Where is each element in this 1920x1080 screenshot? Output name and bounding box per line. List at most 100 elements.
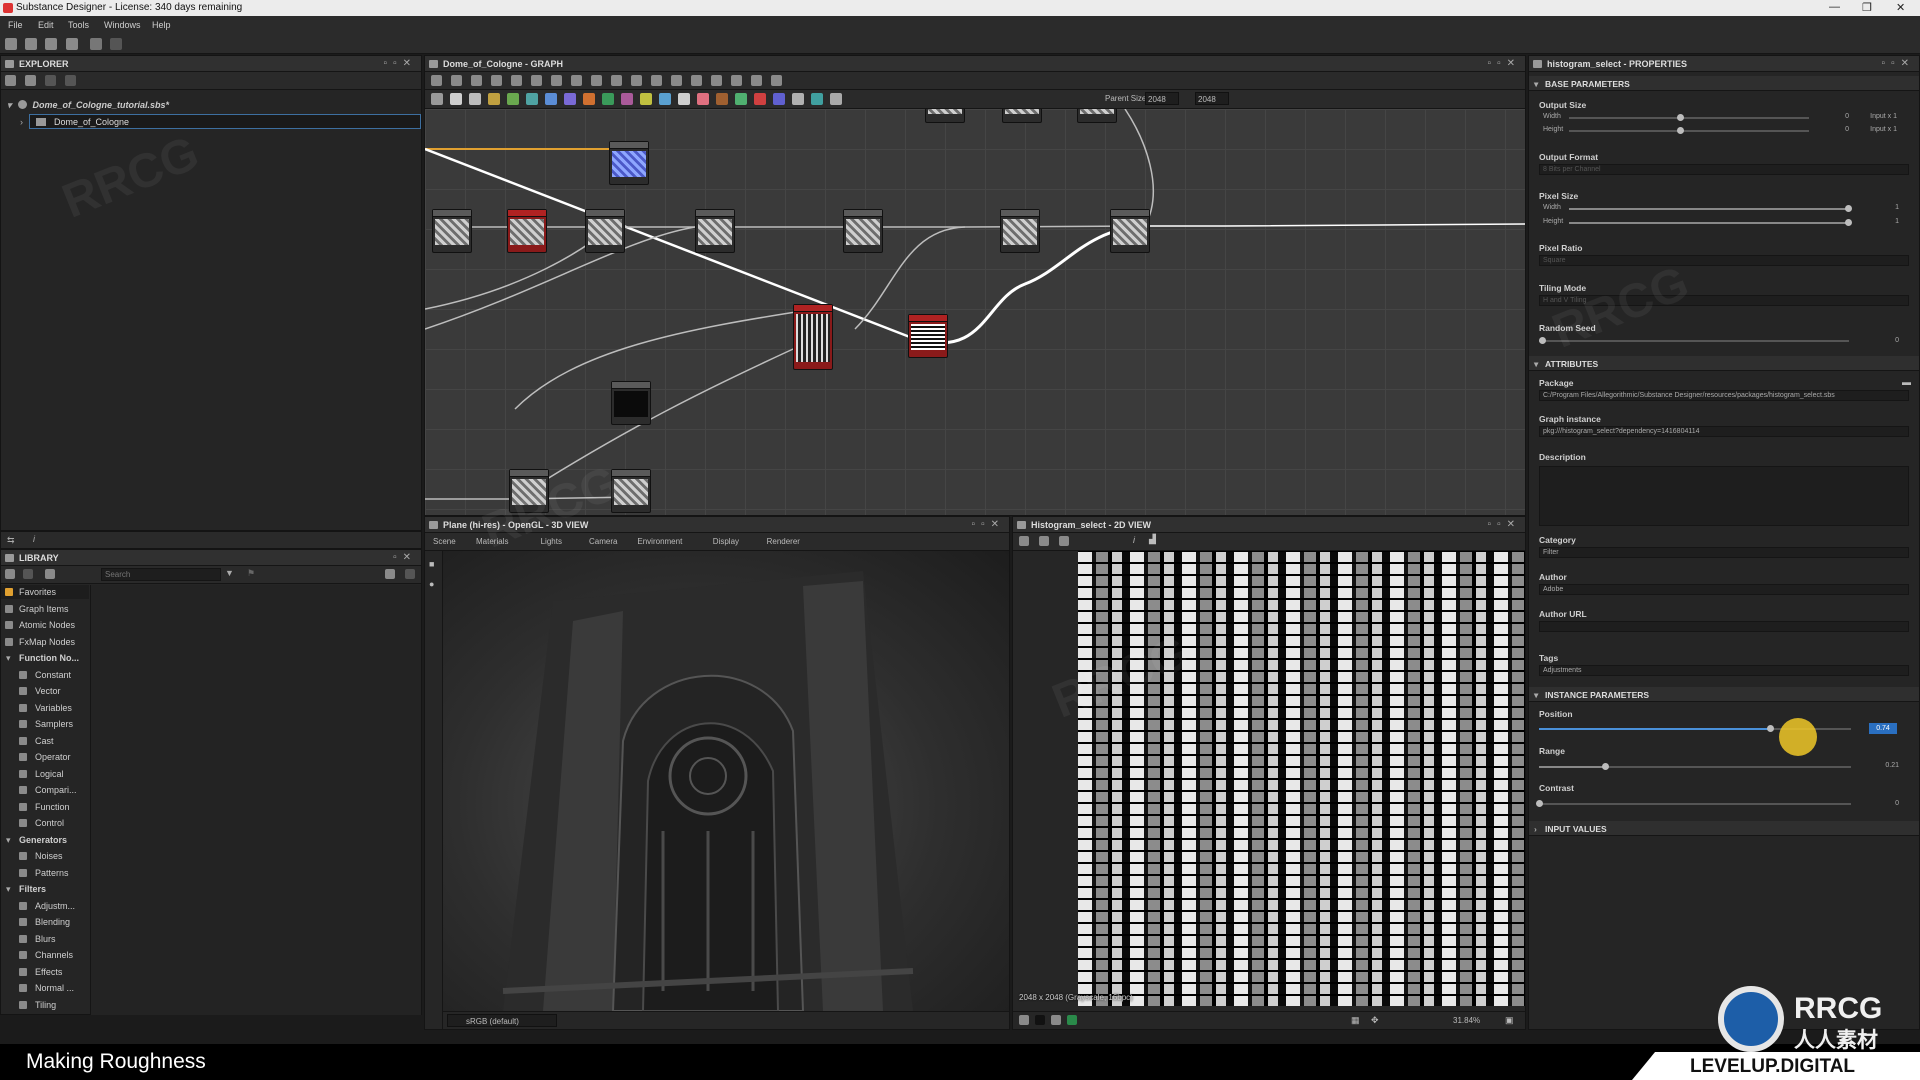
atomic-node-icon[interactable] [697, 93, 709, 105]
atomic-node-icon[interactable] [792, 93, 804, 105]
menu-help[interactable]: Help [152, 20, 171, 30]
atomic-node-icon[interactable] [735, 93, 747, 105]
graph-tool-icon[interactable] [571, 75, 582, 86]
atomic-node-icon[interactable] [469, 93, 481, 105]
new-substance-icon[interactable] [25, 38, 37, 50]
package-path-field[interactable]: C:/Program Files/Allegorithmic/Substance… [1539, 390, 1909, 401]
view3d-tab-lights[interactable]: Lights [541, 537, 562, 546]
graph-tool-icon[interactable] [471, 75, 482, 86]
graph-node[interactable] [611, 381, 651, 425]
library-add-icon[interactable] [5, 569, 15, 579]
author-url-field[interactable] [1539, 621, 1909, 632]
tiling-icon[interactable] [1067, 1015, 1077, 1025]
graph-tool-icon[interactable] [731, 75, 742, 86]
library-group[interactable]: ▾ Function No... [1, 651, 89, 665]
graph-node[interactable] [509, 469, 549, 513]
view3d-tab-materials[interactable]: Materials [476, 537, 508, 546]
graph-tool-icon[interactable] [611, 75, 622, 86]
output-width-mode[interactable]: Input x 1 [1870, 113, 1897, 120]
author-field[interactable]: Adobe [1539, 584, 1909, 595]
graph-node[interactable] [1002, 109, 1042, 123]
graph-tool-icon[interactable] [711, 75, 722, 86]
fit-view-icon[interactable] [1019, 536, 1029, 546]
atomic-node-icon[interactable] [564, 93, 576, 105]
list-view-icon[interactable] [405, 569, 415, 579]
grid-toggle-icon[interactable]: ▦ [1351, 1015, 1360, 1026]
output-height-slider[interactable] [1569, 127, 1809, 134]
atomic-node-icon[interactable] [450, 93, 462, 105]
colorspace-select[interactable]: sRGB (default) [447, 1014, 557, 1027]
atomic-node-icon[interactable] [773, 93, 785, 105]
view3d-tab-scene[interactable]: Scene [433, 537, 456, 546]
library-item[interactable]: Function [1, 800, 89, 814]
save-image-icon[interactable] [1039, 536, 1049, 546]
view3d-tab-renderer[interactable]: Renderer [767, 537, 800, 546]
graph-tool-icon[interactable] [771, 75, 782, 86]
graph-node[interactable] [432, 209, 472, 253]
channel-icon[interactable] [1019, 1015, 1029, 1025]
graph-node[interactable] [1000, 209, 1040, 253]
category-field[interactable]: Filter [1539, 547, 1909, 558]
view3d-tab-environment[interactable]: Environment [637, 537, 682, 546]
library-item[interactable]: Constant [1, 668, 89, 682]
tiling-mode-select[interactable]: H and V Tiling [1539, 295, 1909, 306]
atomic-node-icon[interactable] [659, 93, 671, 105]
library-item[interactable]: Samplers [1, 717, 89, 731]
library-item[interactable]: Variables [1, 701, 89, 715]
histogram-select-node[interactable] [908, 314, 948, 358]
graph-node-selected[interactable] [609, 141, 649, 185]
copy-image-icon[interactable] [1059, 536, 1069, 546]
graph-instance-field[interactable]: pkg:///histogram_select?dependency=14168… [1539, 426, 1909, 437]
output-height-mode[interactable]: Input x 1 [1870, 126, 1897, 133]
library-search-input[interactable] [101, 568, 221, 581]
base-parameters-header[interactable]: ▾ BASE PARAMETERS [1529, 76, 1919, 91]
menu-tools[interactable]: Tools [68, 20, 89, 30]
graph-tool-icon[interactable] [531, 75, 542, 86]
range-slider[interactable] [1539, 763, 1851, 770]
view3d-tab-display[interactable]: Display [713, 537, 739, 546]
background-dark-icon[interactable] [1035, 1015, 1045, 1025]
atomic-node-icon[interactable] [640, 93, 652, 105]
library-item[interactable]: Graph Items [1, 602, 89, 616]
atomic-node-icon[interactable] [716, 93, 728, 105]
contrast-slider[interactable] [1536, 800, 1851, 807]
panel-buttons[interactable]: ▫✕ [393, 552, 417, 563]
panel-buttons[interactable]: ▫▫✕ [1882, 58, 1915, 69]
library-item[interactable]: FxMap Nodes [1, 635, 89, 649]
random-seed-slider[interactable] [1539, 337, 1849, 344]
atomic-node-icon[interactable] [602, 93, 614, 105]
menu-file[interactable]: File [8, 20, 23, 30]
camera-icon[interactable]: ■ [429, 559, 434, 569]
minimize-icon[interactable]: — [1829, 1, 1840, 13]
graph-tool-icon[interactable] [751, 75, 762, 86]
atomic-node-icon[interactable] [678, 93, 690, 105]
atomic-node-icon[interactable] [526, 93, 538, 105]
description-field[interactable] [1539, 466, 1909, 526]
library-item[interactable]: Blurs [1, 932, 89, 946]
graph-tool-icon[interactable] [651, 75, 662, 86]
folder-icon[interactable]: ▬ [1902, 377, 1911, 387]
library-item[interactable]: Adjustm... [1, 899, 89, 913]
atomic-node-icon[interactable] [621, 93, 633, 105]
pixel-width-slider[interactable] [1569, 205, 1852, 212]
viewport-3d[interactable] [443, 551, 1009, 1011]
library-item[interactable]: Operator [1, 750, 89, 764]
collapse-arrow-icon[interactable]: ▾ [6, 653, 11, 664]
tags-field[interactable]: Adjustments [1539, 665, 1909, 676]
atomic-node-icon[interactable] [431, 93, 443, 105]
library-item[interactable]: Patterns [1, 866, 89, 880]
menu-edit[interactable]: Edit [38, 20, 54, 30]
library-item[interactable]: Normal ... [1, 981, 89, 995]
output-width-slider[interactable] [1569, 114, 1809, 121]
library-item[interactable]: Compari... [1, 783, 89, 797]
library-group[interactable]: ▾ Generators [1, 833, 89, 847]
restore-icon[interactable]: ❐ [1862, 1, 1872, 14]
library-group[interactable]: ▾ Filters [1, 882, 89, 896]
graph-height-select[interactable]: 2048 [1195, 92, 1229, 105]
refresh-icon[interactable] [65, 75, 76, 86]
pixel-height-slider[interactable] [1569, 219, 1852, 226]
panel-buttons[interactable]: ▫▫✕ [384, 58, 417, 69]
graph-node[interactable] [585, 209, 625, 253]
atomic-node-icon[interactable] [811, 93, 823, 105]
atomic-node-icon[interactable] [830, 93, 842, 105]
